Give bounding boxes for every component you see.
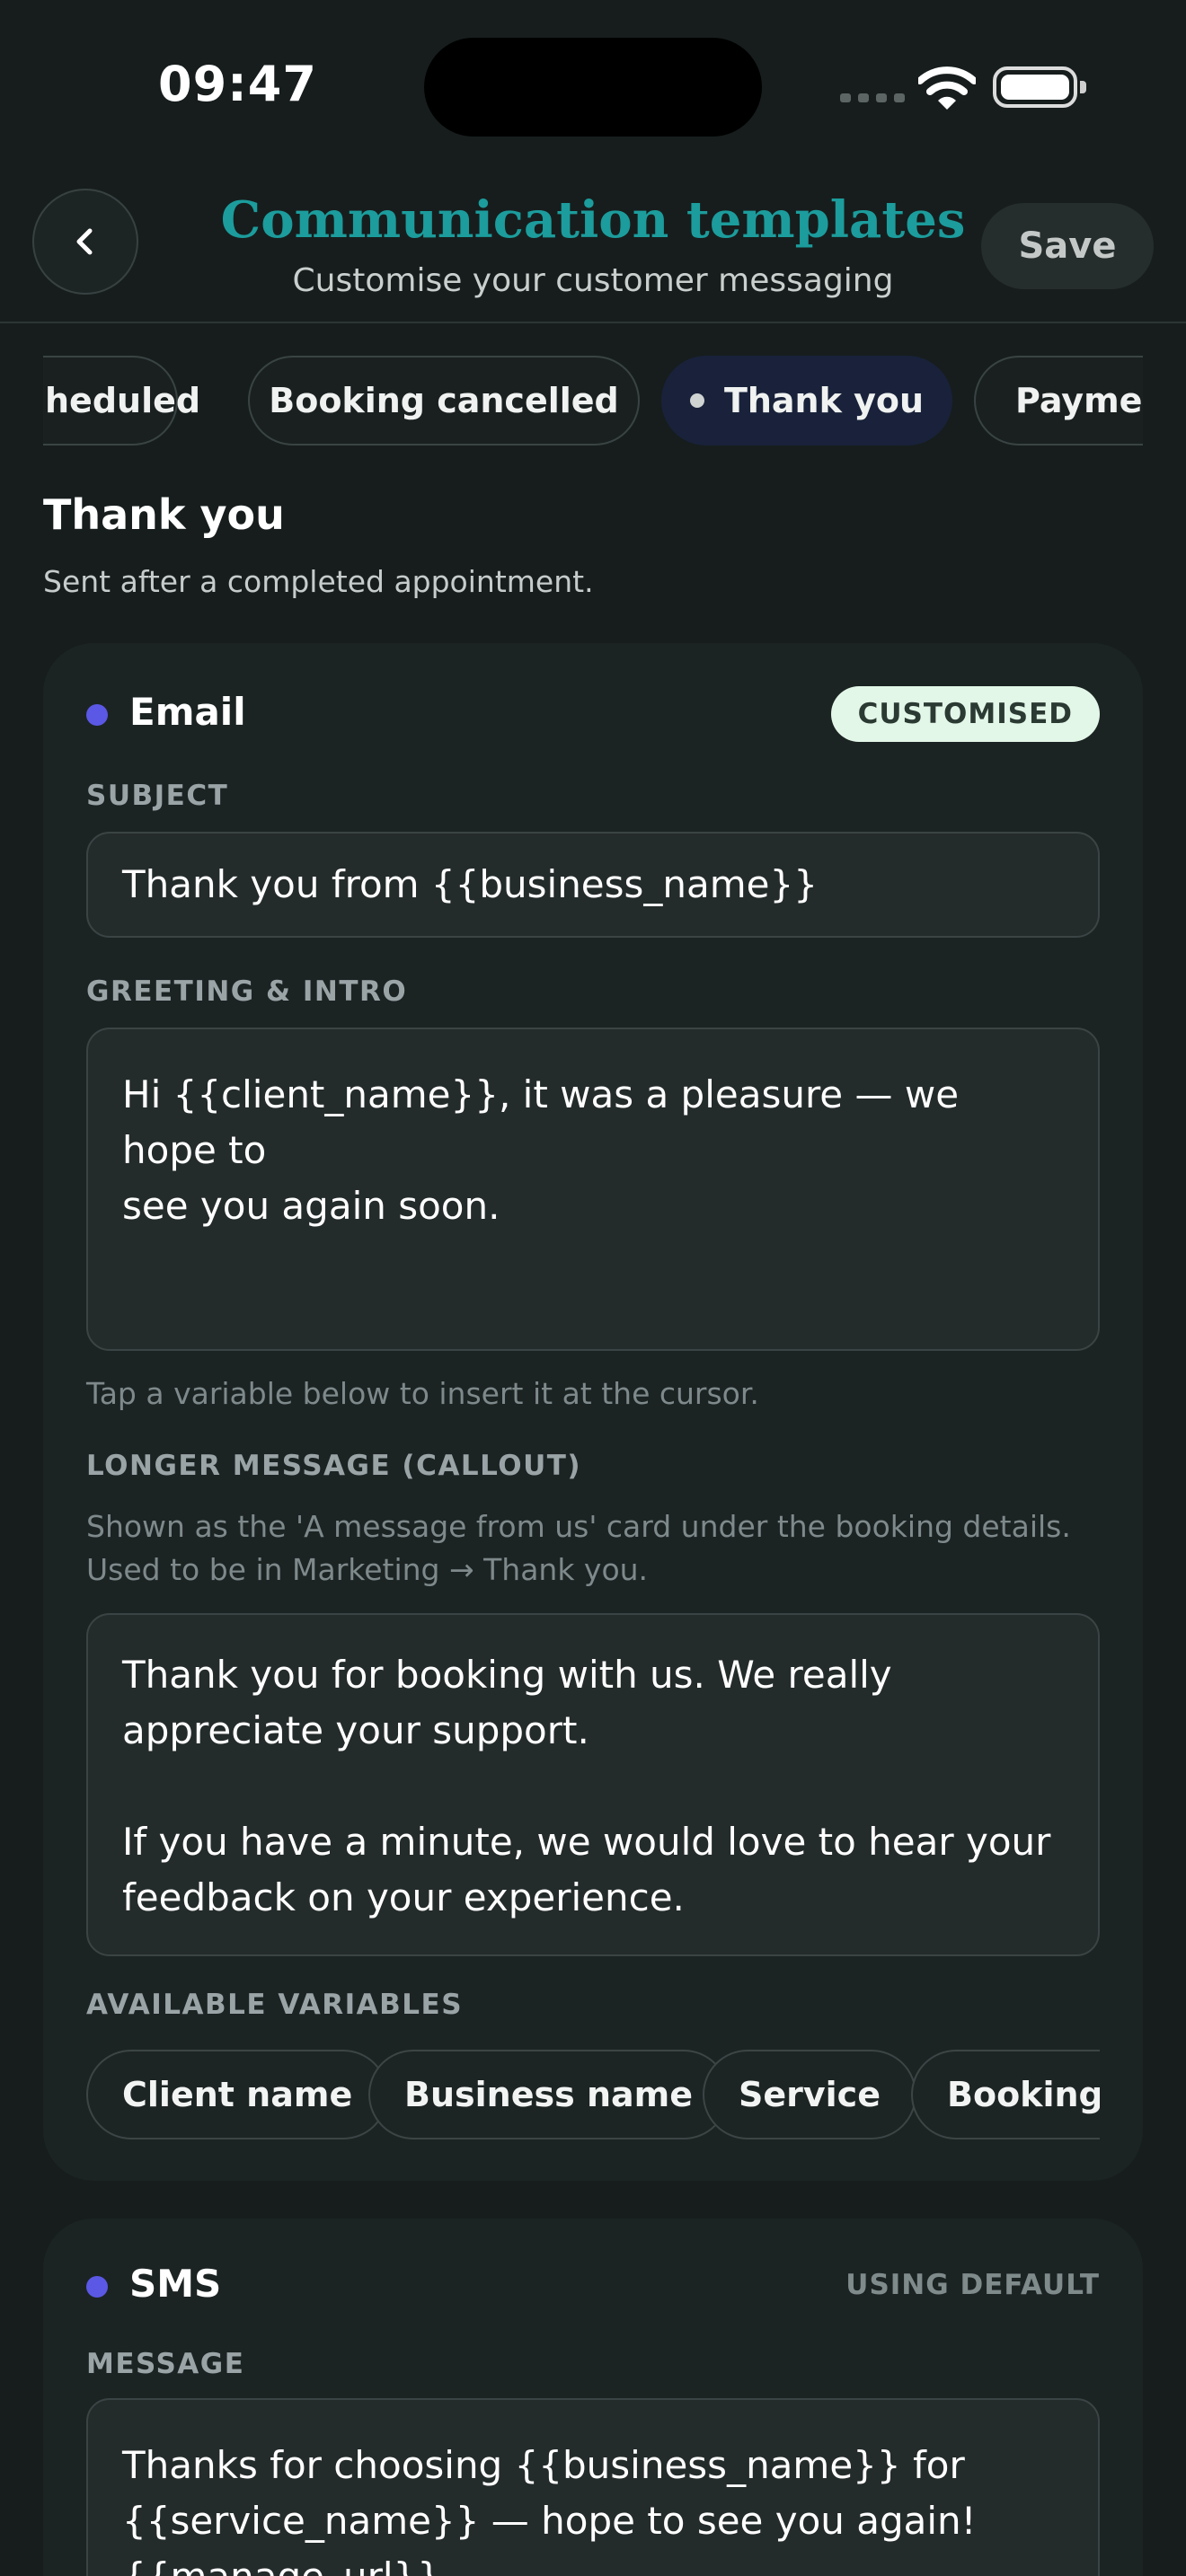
callout-help: Shown as the 'A message from us' card un… <box>86 1509 1071 1587</box>
wifi-icon <box>918 66 976 110</box>
subject-input[interactable]: Thank you from {{business_name}} <box>86 832 1100 938</box>
section-description: Sent after a completed appointment. <box>43 564 594 599</box>
status-bar: 09:47 <box>0 0 1186 171</box>
cellular-signal-icon <box>840 93 905 102</box>
callout-textarea[interactable]: Thank you for booking with us. We really… <box>86 1613 1100 1956</box>
sms-channel-dot-icon <box>86 2276 108 2298</box>
tab-label: Thank you <box>723 381 925 420</box>
dynamic-island <box>424 38 762 137</box>
template-tabs: heduled Booking cancelled Thank you Paym… <box>43 356 1143 446</box>
greeting-textarea[interactable]: Hi {{client_name}}, it was a pleasure — … <box>86 1028 1100 1351</box>
email-channel-dot-icon <box>86 704 108 726</box>
tab-payment[interactable]: Paymen <box>974 356 1143 446</box>
status-badge: USING DEFAULT <box>845 2269 1100 2301</box>
variable-chip-business-name[interactable]: Business name <box>368 2050 730 2139</box>
tab-booking-cancelled[interactable]: Booking cancelled <box>248 356 640 446</box>
greeting-label: GREETING & INTRO <box>86 975 408 1008</box>
message-label: MESSAGE <box>86 2348 245 2380</box>
save-button[interactable]: Save <box>981 203 1154 289</box>
sms-message-textarea[interactable]: Thanks for choosing {{business_name}} fo… <box>86 2398 1100 2576</box>
variable-chips: Client name Business name Service Bookin… <box>86 2050 1100 2139</box>
email-card-title: Email <box>129 690 246 734</box>
variables-label: AVAILABLE VARIABLES <box>86 1989 464 2021</box>
tab-label: Booking cancelled <box>269 381 619 420</box>
tab-thank-you[interactable]: Thank you <box>661 356 952 446</box>
battery-icon <box>993 66 1086 108</box>
tab-scheduled[interactable]: heduled <box>43 356 200 446</box>
variable-chip-service[interactable]: Service <box>703 2050 916 2139</box>
status-badge: CUSTOMISED <box>830 686 1100 742</box>
tab-label: Paymen <box>1015 381 1143 420</box>
greeting-hint: Tap a variable below to insert it at the… <box>86 1376 759 1411</box>
email-card: Email CUSTOMISED SUBJECT Thank you from … <box>43 643 1143 2181</box>
header: Communication templates Customise your c… <box>0 171 1186 323</box>
sms-card: SMS USING DEFAULT MESSAGE Thanks for cho… <box>43 2219 1143 2576</box>
variable-chip-client-name[interactable]: Client name <box>86 2050 389 2139</box>
callout-label: LONGER MESSAGE (CALLOUT) <box>86 1450 582 1482</box>
tab-label: heduled <box>45 381 201 420</box>
sms-card-title: SMS <box>129 2262 222 2306</box>
active-dot-icon <box>689 393 704 408</box>
status-time: 09:47 <box>158 56 317 112</box>
section-title: Thank you <box>43 490 285 539</box>
variable-chip-booking-date[interactable]: Booking date <box>911 2050 1100 2139</box>
subject-label: SUBJECT <box>86 780 229 812</box>
